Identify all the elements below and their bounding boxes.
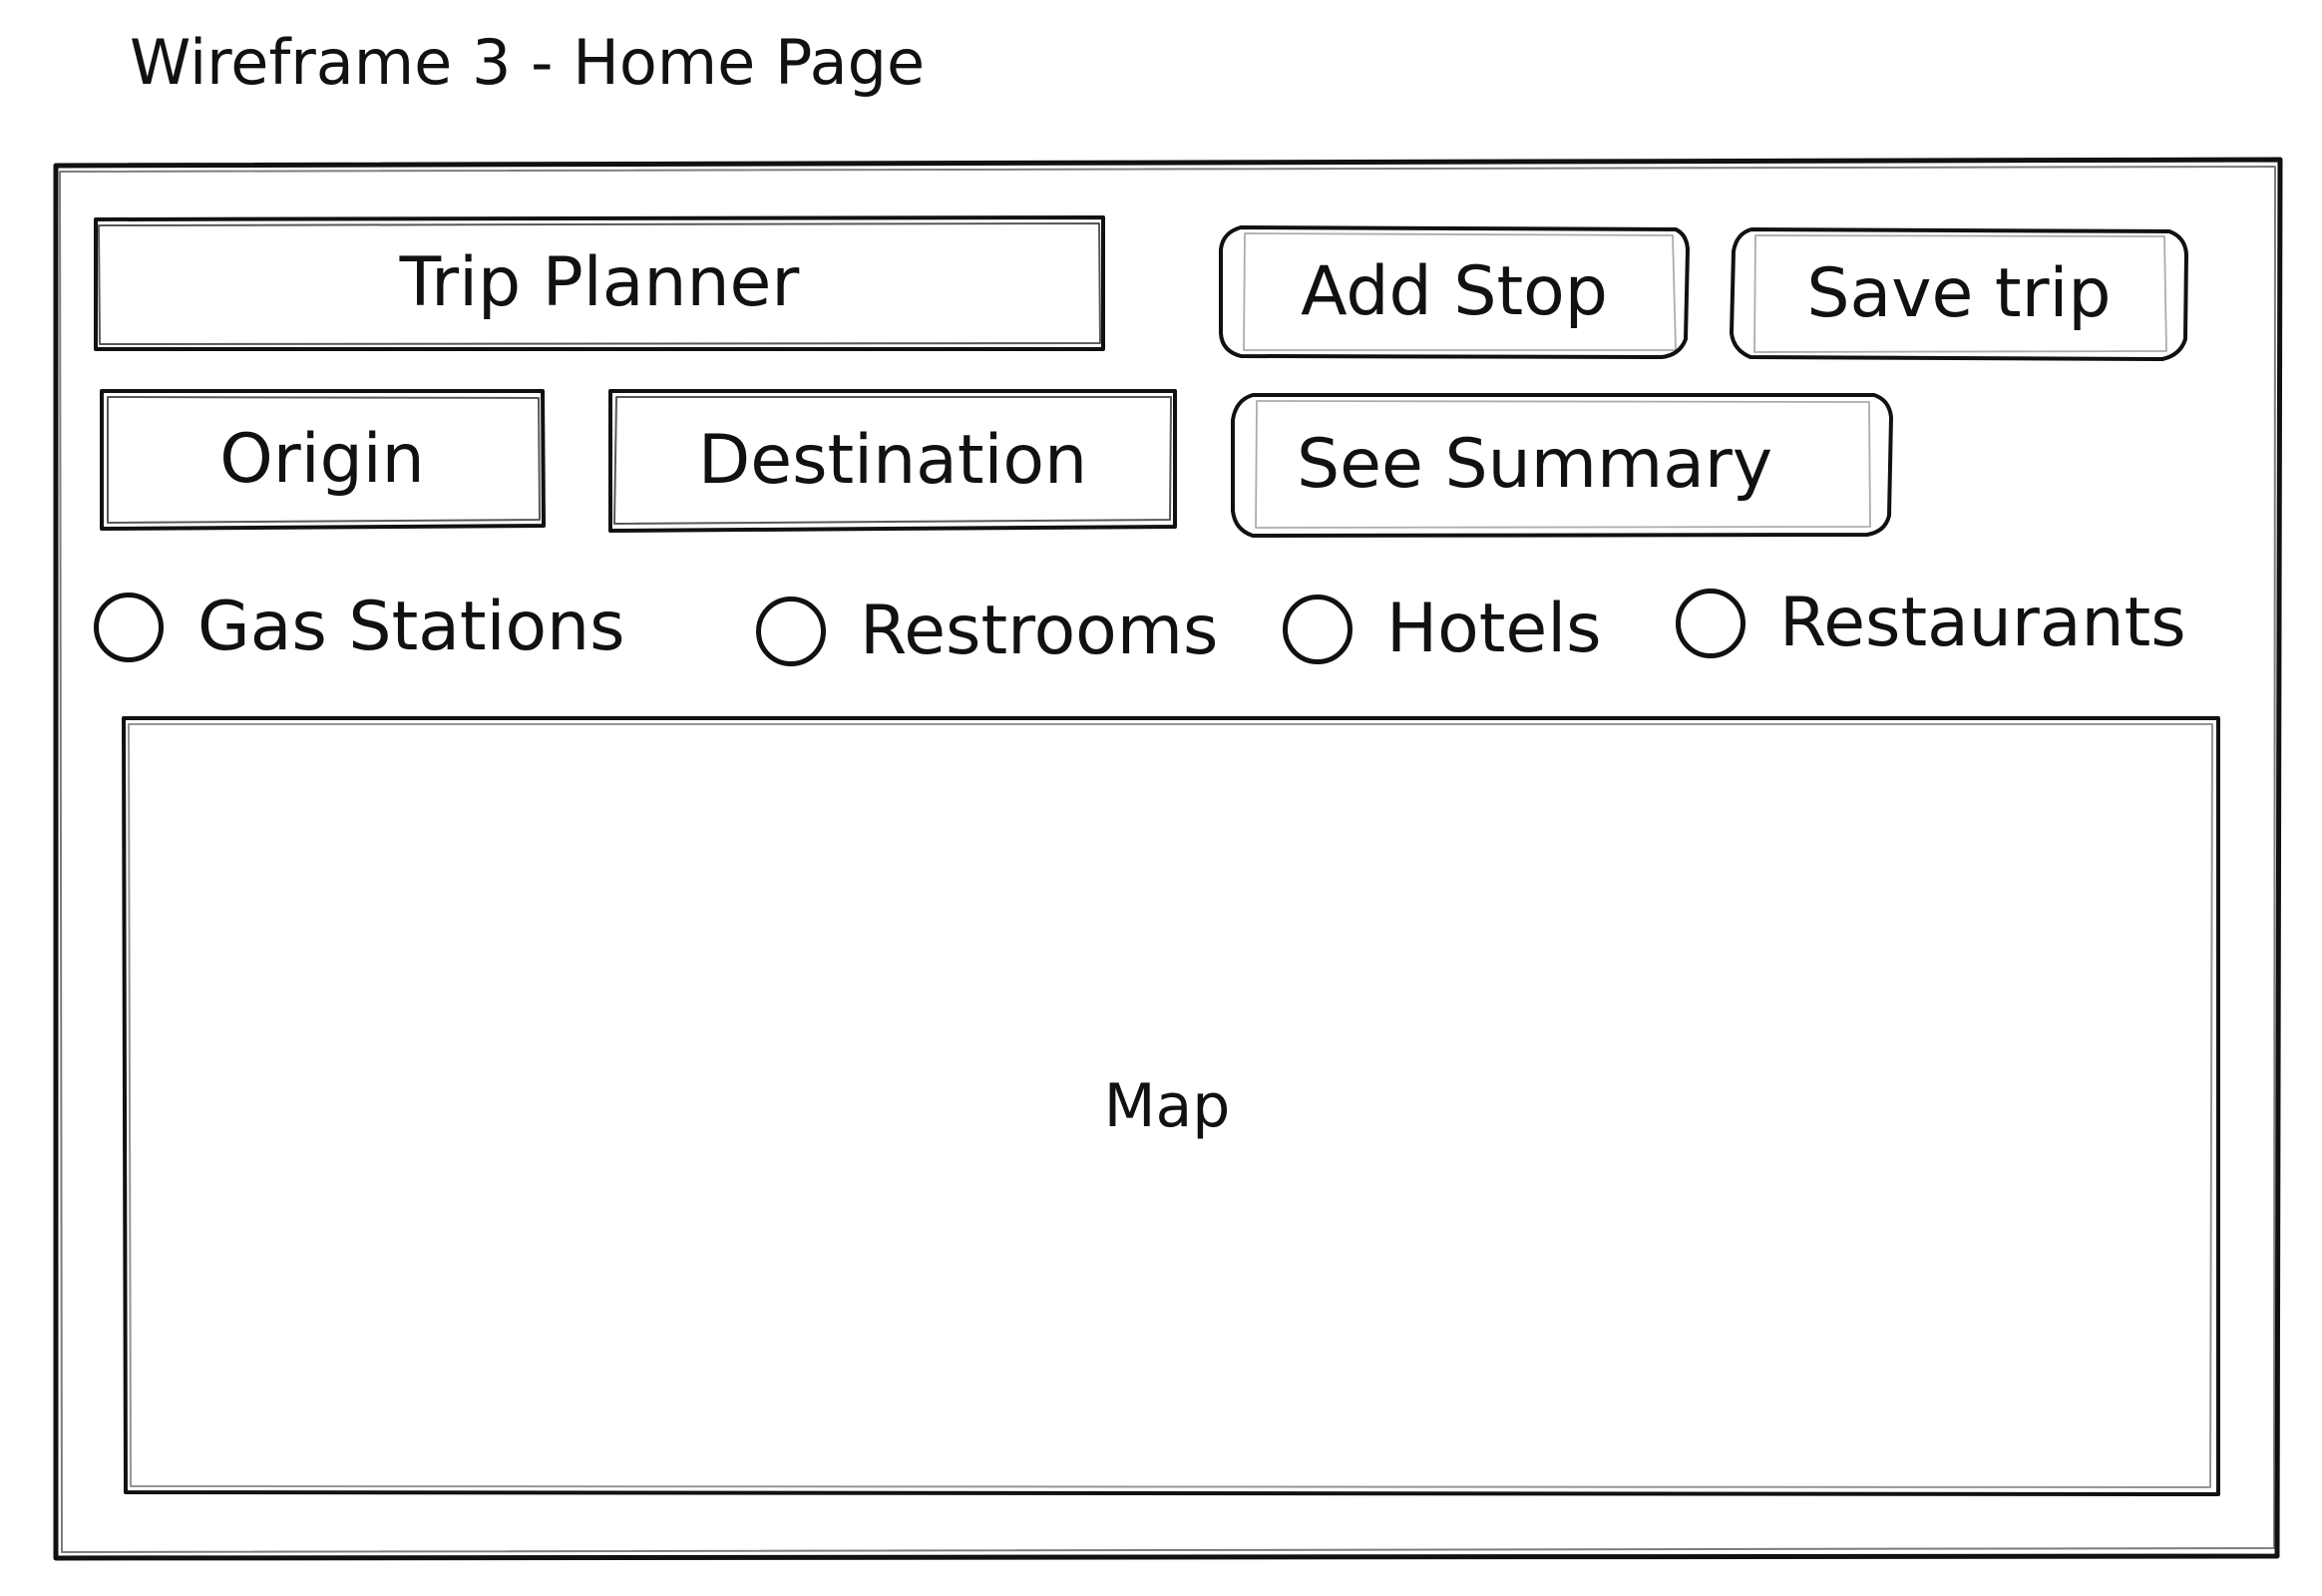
radio-icon[interactable]: [1676, 589, 1745, 658]
filter-label: Hotels: [1386, 590, 1602, 668]
map-area[interactable]: Map: [124, 718, 2218, 1494]
trip-planner-title: Trip Planner: [399, 243, 800, 322]
origin-field[interactable]: Origin: [102, 391, 543, 529]
radio-icon[interactable]: [1283, 595, 1353, 664]
filter-hotels[interactable]: Hotels: [1283, 595, 1602, 664]
filter-label: Gas Stations: [197, 588, 625, 666]
trip-planner-title-box: Trip Planner: [96, 217, 1103, 349]
save-trip-button[interactable]: Save trip: [1732, 229, 2186, 359]
page-title: Wireframe 3 - Home Page: [130, 26, 926, 99]
add-stop-label: Add Stop: [1301, 252, 1608, 331]
filter-label: Restrooms: [860, 592, 1219, 670]
filter-restaurants[interactable]: Restaurants: [1676, 589, 2186, 658]
destination-field[interactable]: Destination: [610, 391, 1175, 531]
map-label: Map: [1103, 1071, 1231, 1141]
destination-label: Destination: [697, 421, 1088, 500]
add-stop-button[interactable]: Add Stop: [1221, 227, 1688, 357]
see-summary-label: See Summary: [1297, 425, 1773, 504]
filter-gas-stations[interactable]: Gas Stations: [94, 593, 625, 662]
radio-icon[interactable]: [756, 597, 826, 666]
radio-icon[interactable]: [94, 593, 164, 662]
filter-restrooms[interactable]: Restrooms: [756, 597, 1218, 666]
save-trip-label: Save trip: [1806, 254, 2112, 333]
origin-label: Origin: [219, 420, 425, 499]
see-summary-button[interactable]: See Summary: [1233, 395, 1891, 535]
filter-label: Restaurants: [1779, 584, 2186, 662]
